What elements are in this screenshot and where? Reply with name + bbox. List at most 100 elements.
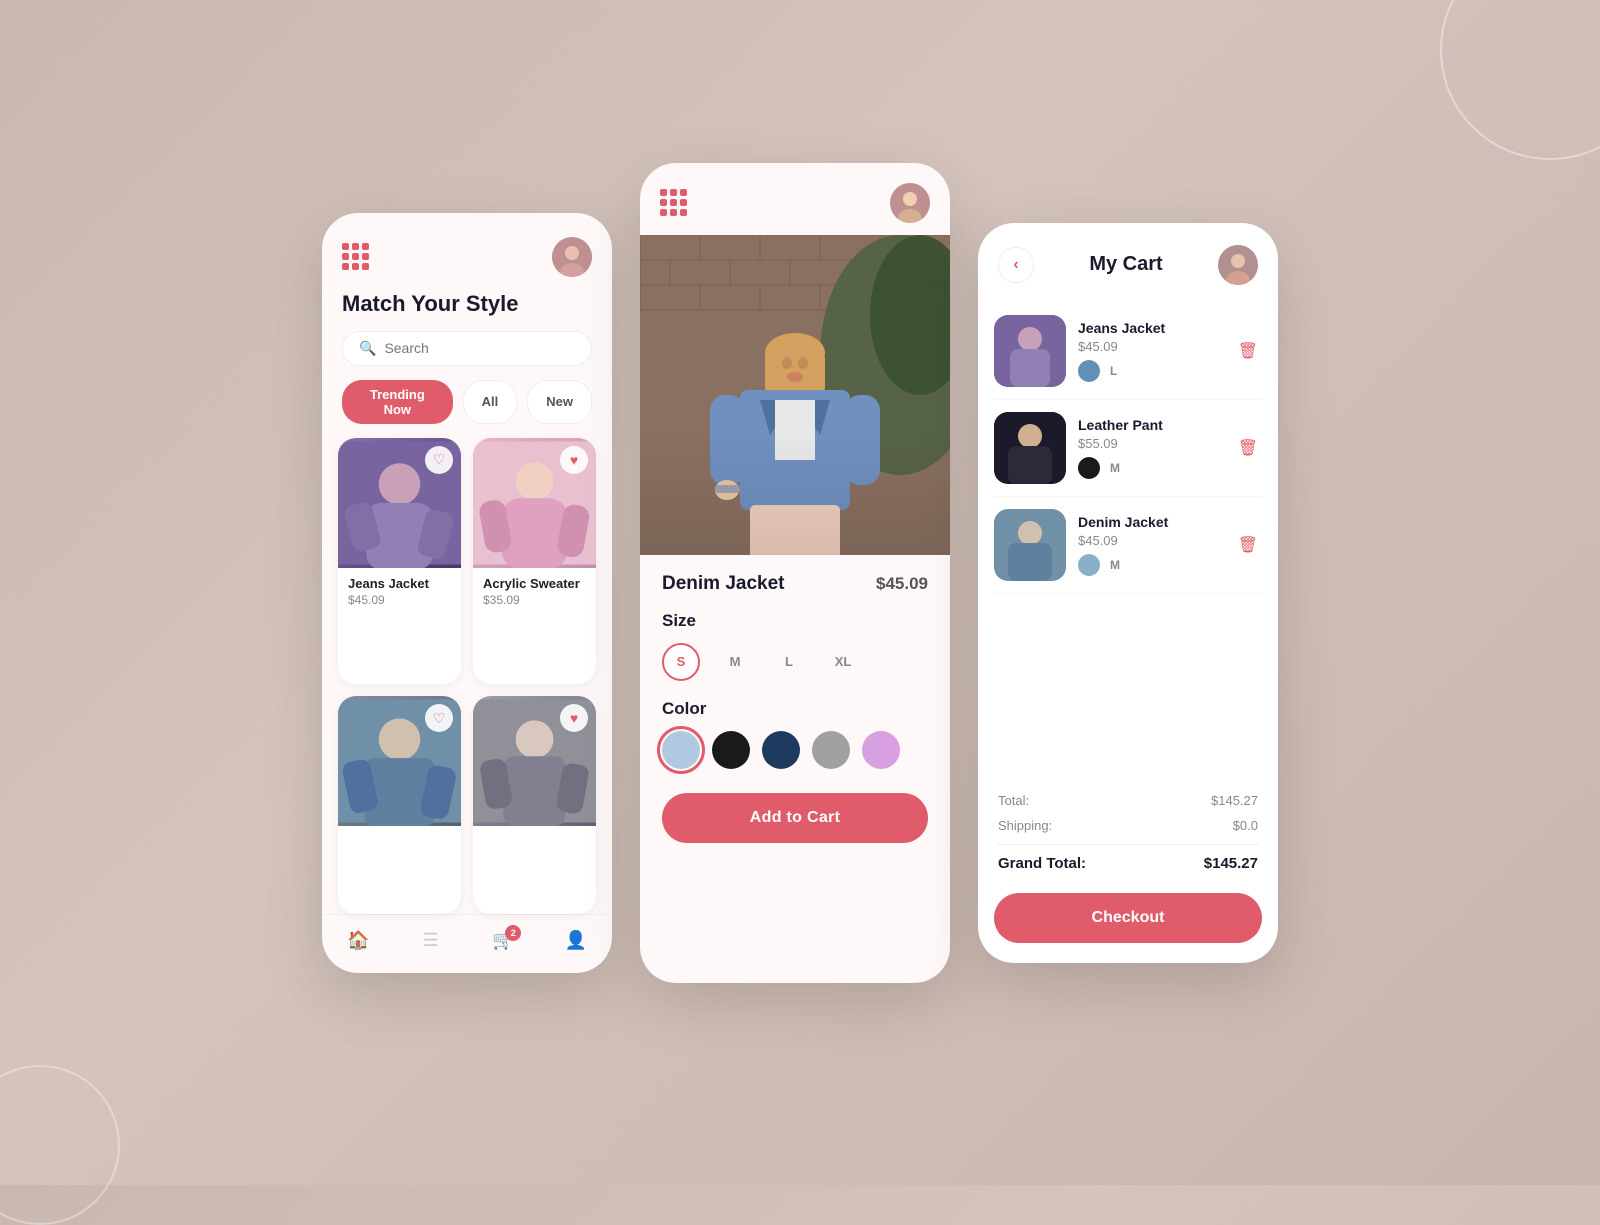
- product-detail-price: $45.09: [876, 574, 928, 594]
- heart-icon: ♡: [433, 451, 446, 468]
- color-option-1[interactable]: [712, 731, 750, 769]
- grid-icon[interactable]: [342, 243, 369, 270]
- color-option-4[interactable]: [862, 731, 900, 769]
- back-button[interactable]: ‹: [998, 247, 1034, 283]
- filter-trending-now[interactable]: Trending Now: [342, 380, 453, 424]
- cart-badge: 2: [505, 925, 521, 941]
- shipping-row: Shipping: $0.0: [998, 813, 1258, 838]
- list-item: ♡ Jeans Jacket $45.09: [338, 438, 461, 685]
- product-name-price-row: Denim Jacket $45.09: [662, 573, 928, 595]
- cart-item-image: [994, 509, 1066, 581]
- delete-item-button[interactable]: 🗑: [1234, 337, 1262, 365]
- filter-all[interactable]: All: [463, 380, 518, 424]
- product-info: Acrylic Sweater $35.09: [473, 568, 596, 617]
- cart-item-name: Leather Pant: [1078, 417, 1222, 433]
- nav-cart[interactable]: 🛒 2: [491, 929, 515, 953]
- cart-item-size: M: [1110, 558, 1120, 572]
- search-icon: 🔍: [359, 340, 376, 357]
- table-row: Leather Pant $55.09 M 🗑: [994, 400, 1262, 497]
- screen-product-detail: Denim Jacket $45.09 Size S M L XL Color …: [640, 163, 950, 983]
- s1-header: [322, 213, 612, 287]
- wishlist-button[interactable]: ♡: [425, 446, 453, 474]
- filter-tabs: Trending Now All New: [322, 380, 612, 438]
- list-item: ♥ Acrylic Sweater $35.09: [473, 438, 596, 685]
- size-option-m[interactable]: M: [716, 643, 754, 681]
- wishlist-button[interactable]: ♥: [560, 446, 588, 474]
- heart-icon: ♥: [570, 710, 578, 726]
- size-selector: S M L XL: [662, 643, 928, 681]
- filter-new[interactable]: New: [527, 380, 592, 424]
- cart-item-color: [1078, 457, 1100, 479]
- cart-item-price: $55.09: [1078, 436, 1222, 451]
- product-detail-name: Denim Jacket: [662, 573, 785, 595]
- cart-item-price: $45.09: [1078, 533, 1222, 548]
- cart-item-image: [994, 315, 1066, 387]
- s2-header: [640, 163, 950, 223]
- cart-item-size: M: [1110, 461, 1120, 475]
- product-info: [473, 826, 596, 846]
- grid-icon[interactable]: [660, 189, 687, 216]
- cart-item-image: [994, 412, 1066, 484]
- screen-my-cart: ‹ My Cart: [978, 223, 1278, 963]
- product-name: Jeans Jacket: [348, 576, 451, 591]
- color-option-0[interactable]: [662, 731, 700, 769]
- product-detail-info: Denim Jacket $45.09 Size S M L XL Color …: [640, 555, 950, 843]
- search-input[interactable]: [384, 340, 575, 356]
- cart-item-size: L: [1110, 364, 1117, 378]
- cart-item-details: Leather Pant $55.09 M: [1078, 417, 1222, 479]
- product-detail-image: [640, 235, 950, 555]
- nav-menu[interactable]: ☰: [419, 929, 443, 953]
- avatar[interactable]: [890, 183, 930, 223]
- cart-item-color: [1078, 360, 1100, 382]
- product-info: [338, 826, 461, 846]
- cart-title: My Cart: [1089, 253, 1162, 276]
- cart-item-color: [1078, 554, 1100, 576]
- size-option-xl[interactable]: XL: [824, 643, 862, 681]
- screens-container: Match Your Style 🔍 Trending Now All New: [322, 203, 1278, 983]
- delete-item-button[interactable]: 🗑: [1234, 434, 1262, 462]
- color-selector: [662, 731, 928, 769]
- add-to-cart-button[interactable]: Add to Cart: [662, 793, 928, 843]
- cart-item-details: Denim Jacket $45.09 M: [1078, 514, 1222, 576]
- cart-totals: Total: $145.27 Shipping: $0.0 Grand Tota…: [978, 776, 1278, 877]
- total-label: Total:: [998, 793, 1029, 808]
- screen-match-your-style: Match Your Style 🔍 Trending Now All New: [322, 213, 612, 973]
- cart-item-price: $45.09: [1078, 339, 1222, 354]
- product-price: $35.09: [483, 593, 586, 607]
- grand-total-row: Grand Total: $145.27: [998, 844, 1258, 877]
- color-label: Color: [662, 699, 928, 719]
- grand-total-value: $145.27: [1204, 855, 1258, 872]
- delete-item-button[interactable]: 🗑: [1234, 531, 1262, 559]
- product-grid: ♡ Jeans Jacket $45.09: [322, 438, 612, 914]
- checkout-button[interactable]: Checkout: [994, 893, 1262, 943]
- cart-item-options: M: [1078, 554, 1222, 576]
- total-value: $145.27: [1211, 793, 1258, 808]
- color-option-3[interactable]: [812, 731, 850, 769]
- shipping-value: $0.0: [1233, 818, 1258, 833]
- product-info: Jeans Jacket $45.09: [338, 568, 461, 617]
- wishlist-button[interactable]: ♡: [425, 704, 453, 732]
- wishlist-button[interactable]: ♥: [560, 704, 588, 732]
- size-option-l[interactable]: L: [770, 643, 808, 681]
- avatar[interactable]: [1218, 245, 1258, 285]
- cart-item-details: Jeans Jacket $45.09 L: [1078, 320, 1222, 382]
- s3-header: ‹ My Cart: [978, 223, 1278, 303]
- nav-profile[interactable]: 👤: [564, 929, 588, 953]
- bottom-nav: 🏠 ☰ 🛒 2 👤: [322, 914, 612, 973]
- color-option-2[interactable]: [762, 731, 800, 769]
- heart-icon: ♥: [570, 452, 578, 468]
- avatar[interactable]: [552, 237, 592, 277]
- grand-total-label: Grand Total:: [998, 855, 1086, 872]
- search-bar[interactable]: 🔍: [342, 331, 592, 366]
- size-option-s[interactable]: S: [662, 643, 700, 681]
- shipping-label: Shipping:: [998, 818, 1052, 833]
- list-item: ♥: [473, 696, 596, 914]
- nav-home[interactable]: 🏠: [346, 929, 370, 953]
- cart-item-options: M: [1078, 457, 1222, 479]
- table-row: Jeans Jacket $45.09 L 🗑: [994, 303, 1262, 400]
- cart-item-name: Denim Jacket: [1078, 514, 1222, 530]
- product-price: $45.09: [348, 593, 451, 607]
- heart-icon: ♡: [433, 710, 446, 727]
- page-title: Match Your Style: [322, 287, 612, 331]
- bg-decoration-bl: [0, 1065, 120, 1225]
